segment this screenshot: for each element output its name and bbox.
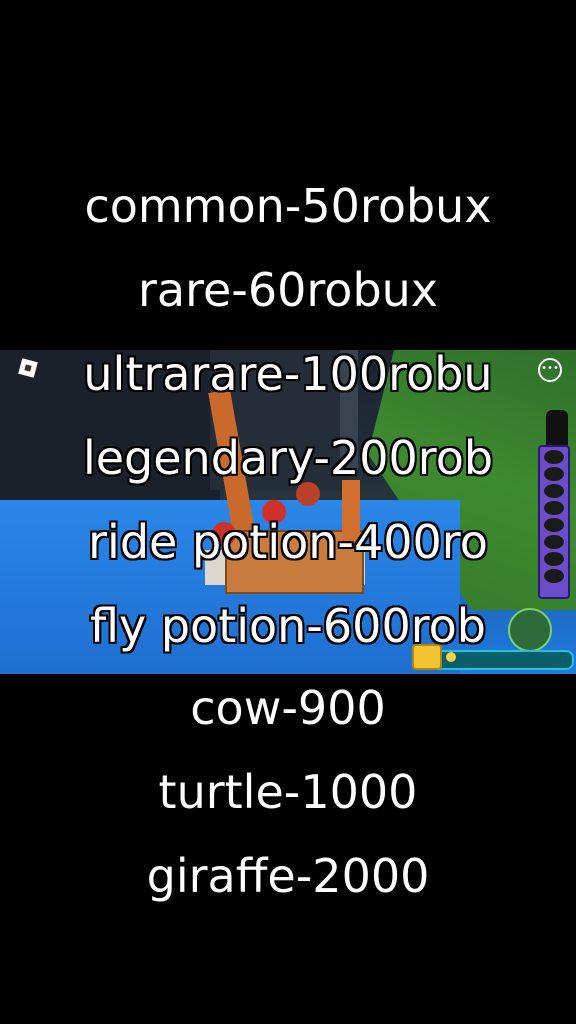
price-line-cow: cow-900 xyxy=(190,681,386,735)
hotbar-slot[interactable] xyxy=(544,569,564,583)
hotbar-slot[interactable] xyxy=(544,501,564,515)
price-line-turtle: turtle-1000 xyxy=(158,765,418,819)
price-line-rare: rare-60robux xyxy=(137,263,439,317)
price-line-giraffe: giraffe-2000 xyxy=(146,849,430,903)
hotbar-slot[interactable] xyxy=(544,484,564,498)
price-line-ultrarare: ultrarare-100robu xyxy=(83,347,493,401)
price-line-common: common-50robux xyxy=(84,179,492,233)
price-line-ride-potion: ride potion-400ro xyxy=(88,515,488,569)
price-line-fly-potion: fly potion-600rob xyxy=(90,599,486,653)
price-line-legendary: legendary-200rob xyxy=(82,431,494,485)
